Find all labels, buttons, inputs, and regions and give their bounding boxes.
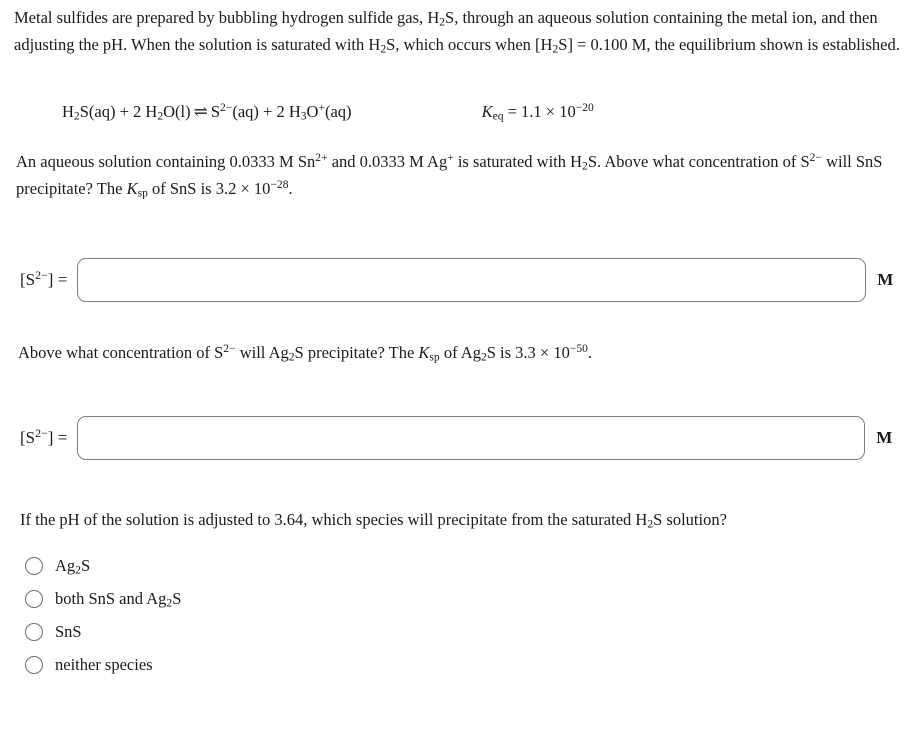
- answer-row-ag2s: [S2−] = M: [20, 416, 892, 460]
- intro-text-part-1: Metal sulfides are prepared by bubbling …: [14, 8, 428, 27]
- h2s-h: H: [368, 35, 381, 54]
- sulfide-concentration-label-1: [S2−] =: [20, 267, 68, 290]
- h2s-h: H: [570, 152, 583, 171]
- label-bracket-open: [S: [20, 270, 36, 289]
- choice-text-tail: S: [172, 588, 182, 608]
- q1-formula-h2s: H2S: [570, 152, 598, 172]
- q2-part-1: Above what concentration of S: [18, 343, 224, 362]
- product-sulfide-s: S: [210, 102, 221, 121]
- sulfide-concentration-input-2[interactable]: [77, 416, 866, 460]
- reactant-h2o-state: O(l): [163, 102, 191, 121]
- choice-label-ag2s: Ag2S: [55, 556, 90, 576]
- choice-text: Ag: [55, 555, 76, 575]
- product-sulfide-state: (aq): [232, 102, 259, 121]
- intro-text-part-3: , which occurs when [: [395, 35, 541, 54]
- choice-text: SnS: [55, 621, 82, 641]
- k-exponent: −20: [575, 102, 594, 114]
- question-2-text: Above what concentration of S2− will Ag2…: [18, 339, 908, 366]
- equilibrium-arrow-icon: ⇌: [193, 102, 208, 121]
- radio-button-icon[interactable]: [25, 622, 43, 641]
- product-sulfide-charge: 2−: [220, 102, 233, 114]
- reactant-h2o-coeff: 2 H: [133, 102, 158, 121]
- label-bracket-close: ] =: [47, 270, 68, 289]
- h2s-s: S: [653, 510, 663, 529]
- choice-text: neither species: [55, 654, 153, 674]
- choice-both[interactable]: both SnS and Ag2S: [25, 582, 445, 615]
- h2s-s: S: [445, 8, 455, 27]
- choice-ag2s[interactable]: Ag2S: [25, 549, 445, 582]
- k-symbol: K: [481, 102, 493, 121]
- q1-part-7: .: [288, 179, 293, 198]
- question-3-text: If the pH of the solution is adjusted to…: [20, 506, 900, 533]
- ksp-symbol: K: [418, 343, 430, 362]
- label-bracket-open: [S: [20, 428, 36, 447]
- q2-part-5: S is 3.3 × 10: [486, 343, 570, 362]
- label-charge: 2−: [35, 425, 48, 440]
- label-bracket-close: ] =: [47, 428, 68, 447]
- formula-h2s-1: H2S: [427, 8, 455, 28]
- h2s-s: S: [587, 152, 598, 171]
- intro-paragraph: Metal sulfides are prepared by bubbling …: [14, 4, 912, 58]
- radio-button-icon[interactable]: [25, 589, 43, 608]
- question-1-text: An aqueous solution containing 0.0333 M …: [16, 148, 912, 202]
- chemical-equation-row: H2S(aq) + 2 H2O(l) ⇌ S2−(aq) + 2 H3O+(aq) K…: [62, 100, 902, 124]
- h2s-h: H: [635, 510, 648, 529]
- k-subscript: eq: [492, 110, 504, 123]
- q3-formula-h2s: H2S: [635, 510, 663, 530]
- q3-part-1: If the pH of the solution is adjusted to…: [20, 510, 636, 529]
- q1-part-4: . Above what concentration of S: [597, 152, 810, 171]
- h2s-h: H: [540, 35, 553, 54]
- q1-part-1: An aqueous solution containing 0.0333 M …: [16, 152, 316, 171]
- choice-text: both SnS and Ag: [55, 588, 167, 608]
- q2-part-6: .: [587, 343, 593, 362]
- ksp-exponent: −28: [270, 179, 289, 191]
- label-charge: 2−: [35, 267, 48, 282]
- q1-part-6: of SnS is 3.2 × 10: [147, 179, 271, 198]
- q2-part-2: will Ag: [235, 343, 289, 362]
- choice-label-sns: SnS: [55, 622, 82, 642]
- choice-label-both: both SnS and Ag2S: [55, 589, 181, 609]
- choice-sns[interactable]: SnS: [25, 615, 445, 648]
- equilibrium-constant: Keq = 1.1 × 10−20: [482, 100, 594, 124]
- formula-h2s-2: H2S: [368, 35, 396, 55]
- k-value: = 1.1 × 10: [503, 102, 576, 121]
- radio-button-icon[interactable]: [25, 556, 43, 575]
- equation-plus-1: +: [115, 102, 134, 121]
- intro-text-part-4: ] = 0.100 M, the equilibrium shown is es…: [567, 35, 900, 54]
- unit-molar-1: M: [877, 270, 894, 289]
- sulfide-charge: 2−: [809, 152, 822, 164]
- precipitate-choice-list: Ag2S both SnS and Ag2S SnS neither speci…: [25, 549, 445, 681]
- radio-button-icon[interactable]: [25, 655, 43, 674]
- choice-text-tail: S: [80, 555, 91, 575]
- product-hydronium-coeff: 2 H: [276, 102, 301, 121]
- sulfide-concentration-input-1[interactable]: [77, 258, 867, 302]
- equation-expression: H2S(aq) + 2 H2O(l) ⇌ S2−(aq) + 2 H3O+(aq): [62, 102, 352, 122]
- choice-neither[interactable]: neither species: [25, 648, 445, 681]
- sulfide-charge: 2−: [223, 343, 236, 355]
- q1-part-2: and 0.0333 M Ag: [327, 152, 448, 171]
- formula-h2s-3: H2S: [540, 35, 568, 55]
- choice-label-neither: neither species: [55, 655, 153, 675]
- reactant-h2s-h: H: [62, 102, 74, 121]
- equation-plus-2: +: [258, 102, 277, 121]
- h2s-h: H: [427, 8, 440, 27]
- answer-row-sns: [S2−] = M: [20, 258, 893, 302]
- tin-charge: 2+: [315, 152, 328, 164]
- ksp-exponent: −50: [569, 343, 588, 355]
- q2-part-3: S precipitate? The: [294, 343, 419, 362]
- product-hydronium-o: O: [306, 102, 319, 121]
- product-hydronium-state: (aq): [324, 102, 352, 121]
- q2-part-4: of Ag: [439, 343, 481, 362]
- q3-part-2: solution?: [662, 510, 727, 529]
- problem-page: Metal sulfides are prepared by bubbling …: [0, 0, 917, 730]
- unit-molar-2: M: [876, 428, 893, 447]
- sulfide-concentration-label-2: [S2−] =: [20, 425, 68, 448]
- reactant-h2s-state: S(aq): [79, 102, 116, 121]
- h2s-s: S: [386, 35, 396, 54]
- q1-part-3: is saturated with: [453, 152, 571, 171]
- ksp-symbol: K: [126, 179, 138, 198]
- ksp-subscript: sp: [429, 351, 440, 364]
- ksp-subscript: sp: [137, 187, 148, 200]
